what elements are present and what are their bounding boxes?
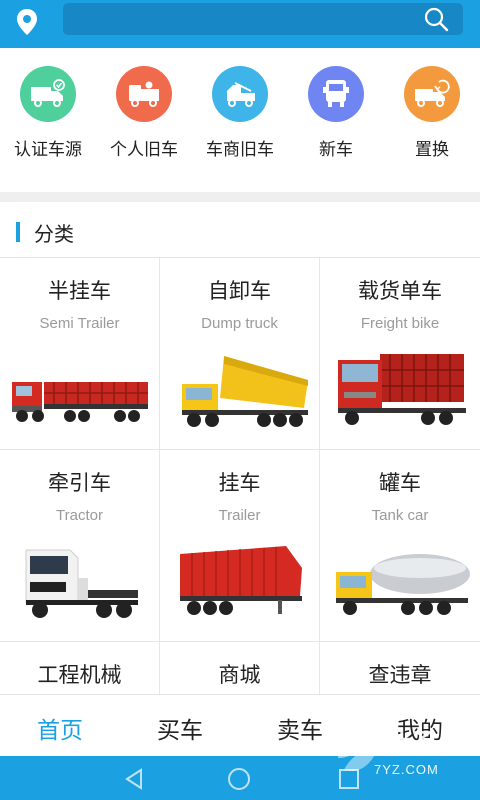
- app-screen: 认证车源 个人旧车 车商旧车 新车 置换 分类 半挂车 Semi Trailer…: [0, 0, 480, 800]
- category-trailer[interactable]: 挂车 Trailer: [160, 450, 320, 642]
- category-mall[interactable]: 商城: [160, 642, 320, 694]
- category-english-name: Semi Trailer: [39, 315, 120, 332]
- new-truck-icon: [308, 66, 364, 122]
- tractor-image: [25, 549, 138, 618]
- category-english-name: Tank car: [371, 507, 429, 524]
- tab-buy[interactable]: 买车: [120, 711, 240, 745]
- top-bar: [0, 0, 480, 48]
- certified-truck-icon: [20, 66, 76, 122]
- back-icon[interactable]: [123, 768, 145, 790]
- section-accent-bar: [16, 222, 20, 242]
- category-name: 牵引车: [48, 471, 111, 495]
- quick-entry-certified[interactable]: 认证车源: [0, 66, 96, 160]
- category-name: 自卸车: [208, 279, 271, 303]
- home-icon[interactable]: [228, 768, 250, 790]
- category-semi-trailer[interactable]: 半挂车 Semi Trailer: [0, 258, 160, 450]
- quick-entry-trade-in[interactable]: 置换: [384, 66, 480, 160]
- category-violation-check[interactable]: 查违章: [320, 642, 480, 694]
- category-section-header: 分类: [0, 202, 480, 258]
- category-construction-machinery[interactable]: 工程机械: [0, 642, 160, 694]
- category-freight-truck[interactable]: 载货单车 Freight bike: [320, 258, 480, 450]
- dump-truck-image: [182, 356, 308, 427]
- quick-entry-personal-used[interactable]: 个人旧车: [96, 66, 192, 160]
- category-name: 挂车: [218, 471, 261, 495]
- freight-truck-image: [338, 354, 466, 425]
- category-name: 半挂车: [48, 279, 111, 303]
- quick-entry-row: 认证车源 个人旧车 车商旧车 新车 置换: [0, 48, 480, 192]
- search-icon[interactable]: [423, 6, 449, 32]
- trailer-image: [180, 546, 302, 615]
- category-english-name: Tractor: [56, 507, 103, 524]
- semi-trailer-image: [12, 382, 148, 422]
- tank-car-image: [336, 554, 470, 615]
- category-tractor[interactable]: 牵引车 Tractor: [0, 450, 160, 642]
- dealer-used-truck-icon: [212, 66, 268, 122]
- search-input[interactable]: [63, 3, 463, 35]
- watermark-subtext: 7YZ.COM: [374, 762, 439, 777]
- quick-entry-label: 认证车源: [14, 140, 82, 160]
- category-english-name: Dump truck: [201, 315, 278, 332]
- map-pin-icon[interactable]: [14, 7, 40, 37]
- category-name: 罐车: [379, 471, 421, 495]
- quick-entry-label: 新车: [319, 140, 353, 160]
- category-name: 商城: [218, 663, 261, 687]
- tab-home[interactable]: 首页: [0, 711, 120, 745]
- section-title: 分类: [34, 222, 74, 246]
- watermark-text: 七叶子: [362, 728, 434, 756]
- category-dump-truck[interactable]: 自卸车 Dump truck: [160, 258, 320, 450]
- category-name: 查违章: [368, 663, 432, 687]
- quick-entry-dealer-used[interactable]: 车商旧车: [192, 66, 288, 160]
- quick-entry-label: 车商旧车: [206, 140, 274, 160]
- quick-entry-label: 个人旧车: [110, 140, 178, 160]
- category-name: 工程机械: [37, 663, 122, 687]
- category-english-name: Trailer: [218, 507, 261, 524]
- quick-entry-label: 置换: [415, 140, 449, 160]
- trade-in-icon: [404, 66, 460, 122]
- quick-entry-new[interactable]: 新车: [288, 66, 384, 160]
- personal-used-truck-icon: [116, 66, 172, 122]
- section-divider: [0, 192, 480, 202]
- category-grid: 半挂车 Semi Trailer 自卸车 Dump truck 载货单车 Fre…: [0, 258, 480, 694]
- category-tank-car[interactable]: 罐车 Tank car: [320, 450, 480, 642]
- category-english-name: Freight bike: [360, 315, 440, 332]
- category-name: 载货单车: [358, 279, 442, 303]
